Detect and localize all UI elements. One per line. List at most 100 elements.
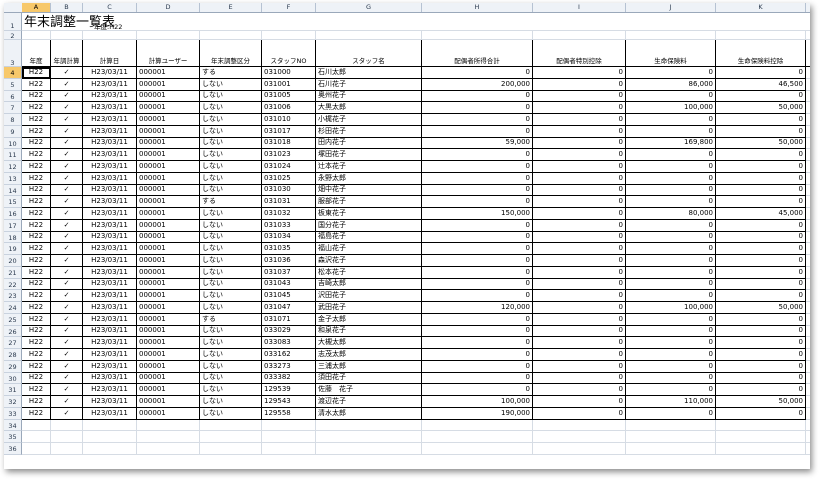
staff-name-cell[interactable]: 清水太郎 [316,407,422,420]
row-header-30[interactable]: 30 [4,372,22,385]
spouse-income-cell[interactable]: 0 [422,172,533,185]
cell[interactable] [806,138,810,150]
calc-check-cell[interactable]: ✓ [51,290,83,302]
spouse-income-cell[interactable]: 0 [422,337,533,349]
calc-check-cell[interactable]: ✓ [51,243,83,255]
cell[interactable] [716,419,806,432]
row-header-28[interactable]: 28 [4,349,22,361]
spouse-deduction-cell[interactable]: 0 [533,172,626,185]
calc-user-cell[interactable]: 000001 [137,396,200,408]
calc-user-cell[interactable]: 000001 [137,196,200,208]
spouse-deduction-cell[interactable]: 0 [533,114,626,126]
adjustment-type-cell[interactable]: しない [200,407,262,420]
staff-name-cell[interactable]: 三浦太郎 [316,360,422,373]
adjustment-type-cell[interactable]: しない [200,125,262,138]
cell[interactable] [51,419,83,432]
cell[interactable] [51,431,83,443]
calc-user-cell[interactable]: 000001 [137,337,200,349]
calc-user-cell[interactable]: 000001 [137,114,200,126]
life-insurance-cell[interactable]: 0 [626,219,716,232]
cell[interactable] [316,13,422,31]
calc-date-cell[interactable]: H23/03/11 [83,196,137,208]
spouse-income-cell[interactable]: 0 [422,313,533,326]
column-header-e[interactable]: E [200,3,262,12]
calc-date-cell[interactable]: H23/03/11 [83,231,137,244]
calc-date-cell[interactable]: H23/03/11 [83,102,137,114]
cell[interactable] [806,443,810,455]
staff-name-cell[interactable]: 福島花子 [316,231,422,244]
staff-no-cell[interactable]: 031036 [262,255,316,267]
spouse-deduction-cell[interactable]: 0 [533,67,626,79]
life-insurance-deduction-cell[interactable]: 0 [716,161,806,173]
cell[interactable] [806,396,810,408]
column-title[interactable]: 年調計算 [51,40,83,67]
calc-check-cell[interactable]: ✓ [51,102,83,114]
year-cell[interactable]: H22 [22,372,51,385]
cell[interactable] [806,67,810,79]
column-header-b[interactable]: B [51,3,83,12]
adjustment-type-cell[interactable]: しない [200,384,262,396]
row-header-3[interactable]: 3 [4,40,22,67]
spouse-income-cell[interactable]: 0 [422,255,533,267]
column-title[interactable]: 計算ユーザー [137,40,200,67]
cell[interactable] [533,443,626,455]
staff-no-cell[interactable]: 031025 [262,172,316,185]
column-title[interactable]: 生命保険料控除 [716,40,806,67]
calc-date-cell[interactable]: H23/03/11 [83,219,137,232]
cell[interactable] [716,443,806,455]
staff-name-cell[interactable]: 金子太郎 [316,313,422,326]
life-insurance-cell[interactable]: 0 [626,325,716,338]
life-insurance-deduction-cell[interactable]: 0 [716,372,806,385]
staff-name-cell[interactable]: 渡辺花子 [316,396,422,408]
row-header-35[interactable]: 35 [4,431,22,443]
life-insurance-cell[interactable]: 0 [626,360,716,373]
year-cell[interactable]: H22 [22,231,51,244]
cell[interactable] [806,232,810,244]
cell[interactable] [137,13,200,31]
spouse-income-cell[interactable]: 59,000 [422,137,533,150]
staff-name-cell[interactable]: 石川太郎 [316,67,422,79]
life-insurance-cell[interactable]: 0 [626,114,716,126]
cell[interactable] [83,431,137,443]
life-insurance-cell[interactable]: 0 [626,407,716,420]
adjustment-type-cell[interactable]: しない [200,172,262,185]
life-insurance-cell[interactable]: 0 [626,290,716,302]
cell[interactable] [51,443,83,455]
staff-no-cell[interactable]: 129539 [262,384,316,396]
adjustment-type-cell[interactable]: しない [200,231,262,244]
column-title[interactable]: 生命保険料 [626,40,716,67]
calc-date-cell[interactable]: H23/03/11 [83,407,137,420]
row-header-9[interactable]: 9 [4,125,22,138]
cell[interactable] [316,419,422,432]
adjustment-type-cell[interactable]: しない [200,266,262,279]
column-title[interactable]: 年度 [22,40,51,67]
cell[interactable] [626,431,716,443]
life-insurance-cell[interactable]: 0 [626,372,716,385]
spouse-deduction-cell[interactable]: 0 [533,360,626,373]
calc-user-cell[interactable]: 000001 [137,325,200,338]
spouse-income-cell[interactable]: 0 [422,372,533,385]
spouse-deduction-cell[interactable]: 0 [533,208,626,220]
cell[interactable] [262,31,316,40]
staff-no-cell[interactable]: 129543 [262,396,316,408]
year-cell[interactable]: H22 [22,337,51,349]
staff-no-cell[interactable]: 033083 [262,337,316,349]
year-cell[interactable]: H22 [22,219,51,232]
life-insurance-cell[interactable]: 100,000 [626,302,716,314]
staff-name-cell[interactable]: 奥州花子 [316,90,422,103]
cell[interactable] [422,443,533,455]
calc-check-cell[interactable]: ✓ [51,266,83,279]
year-cell[interactable]: H22 [22,325,51,338]
life-insurance-cell[interactable]: 0 [626,313,716,326]
staff-no-cell[interactable]: 031001 [262,78,316,91]
spouse-deduction-cell[interactable]: 0 [533,78,626,91]
staff-name-cell[interactable]: 佐藤 花子 [316,384,422,396]
row-header-1[interactable]: 1 [4,13,22,31]
adjustment-type-cell[interactable]: しない [200,114,262,126]
year-cell[interactable]: H22 [22,266,51,279]
adjustment-type-cell[interactable]: する [200,313,262,326]
adjustment-type-cell[interactable]: しない [200,372,262,385]
cell[interactable] [806,361,810,373]
cell[interactable] [83,419,137,432]
year-cell[interactable]: H22 [22,114,51,126]
